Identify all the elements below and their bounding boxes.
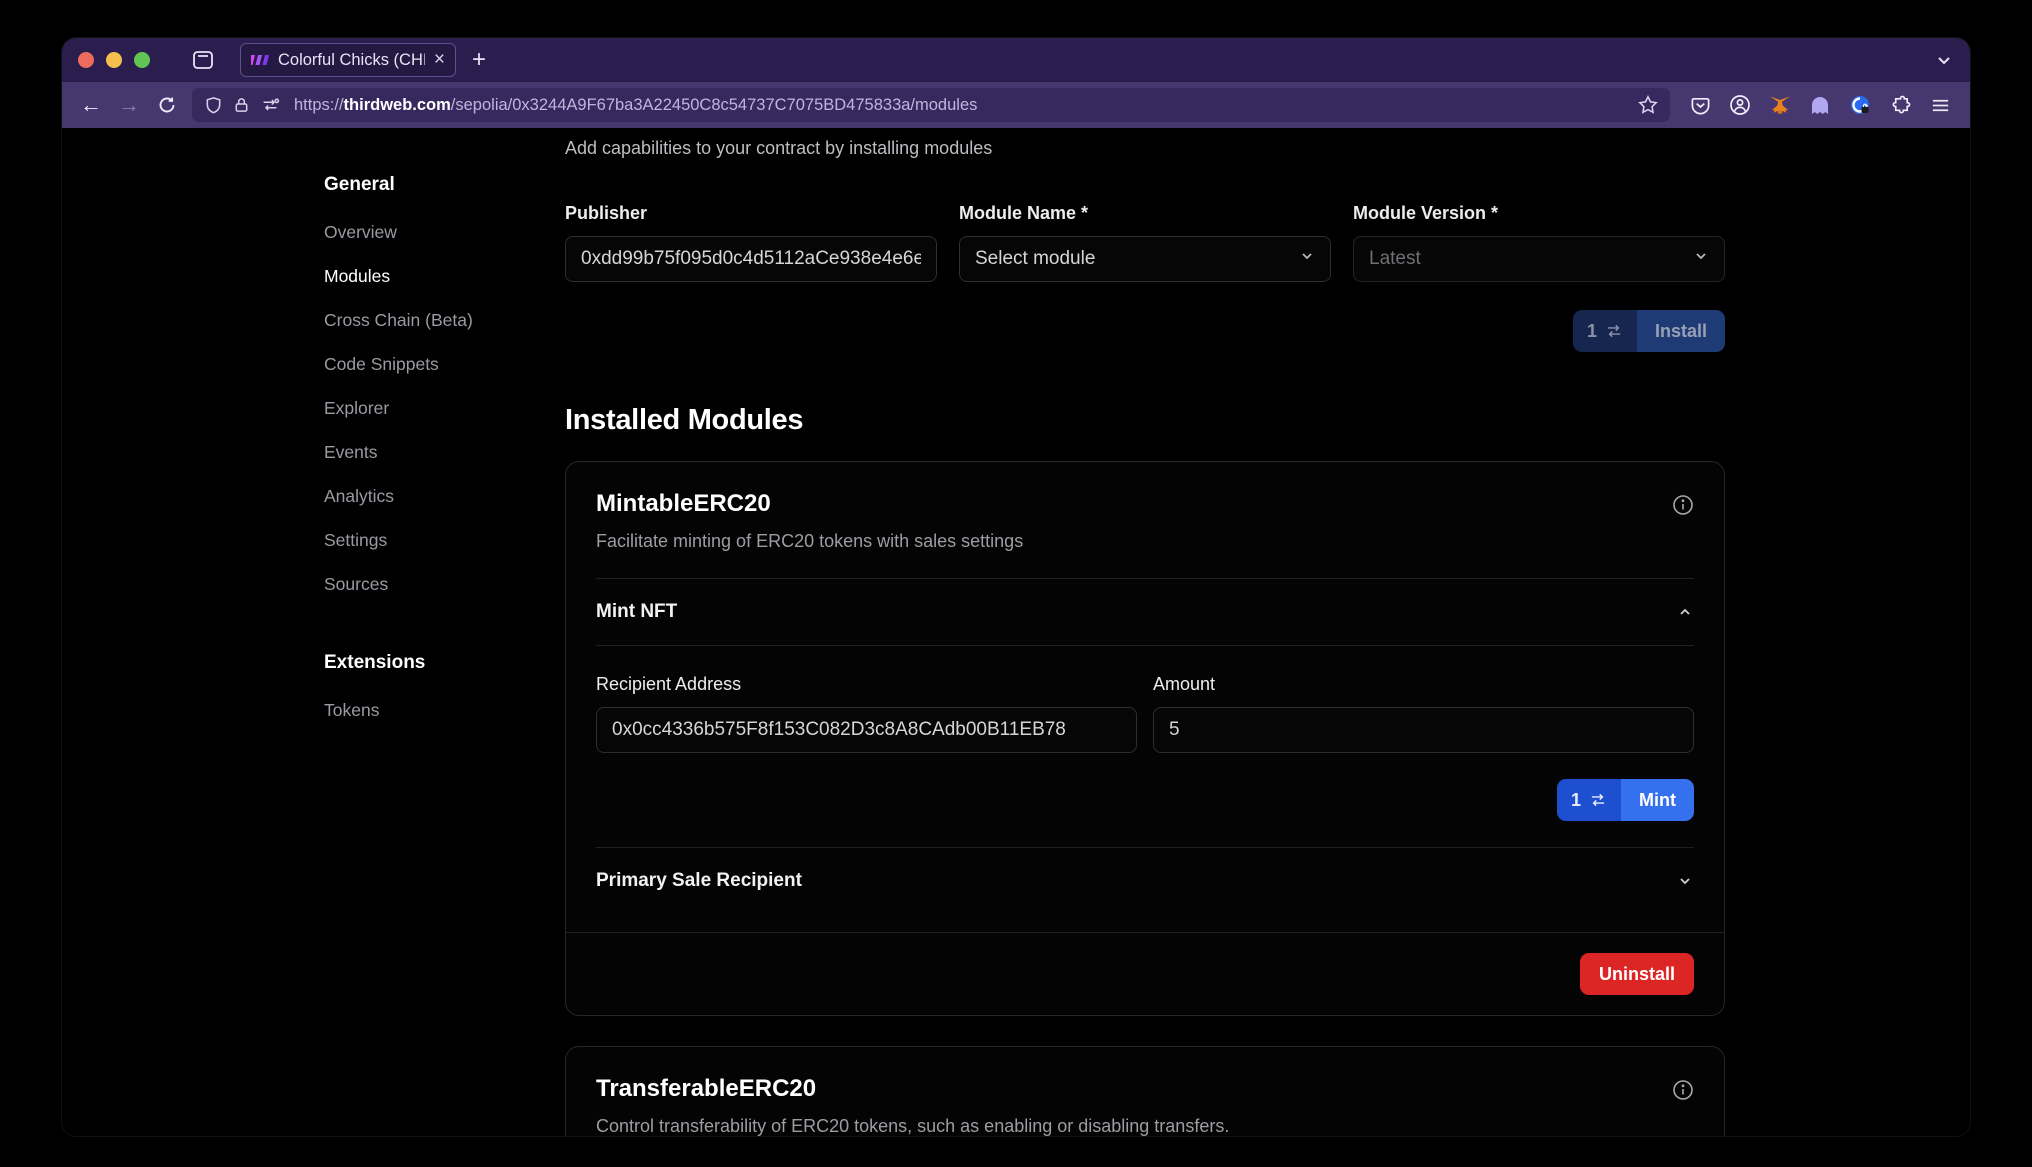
sidebar-item-cross-chain[interactable]: Cross Chain (Beta) (324, 310, 534, 331)
page-content: General Overview Modules Cross Chain (Be… (62, 128, 1970, 1136)
window-controls (78, 52, 150, 68)
reload-button[interactable] (150, 88, 184, 122)
module-name-select[interactable]: Select module (959, 236, 1331, 282)
url-domain: thirdweb.com (344, 96, 451, 114)
tab-close-icon[interactable]: × (434, 49, 445, 71)
recipient-address-input[interactable] (596, 707, 1137, 753)
publisher-input[interactable] (565, 236, 937, 282)
modules-intro-text: Add capabilities to your contract by ins… (565, 138, 1725, 159)
publisher-label: Publisher (565, 203, 937, 224)
swap-arrows-icon (1589, 793, 1607, 807)
bookmark-star-icon[interactable] (1638, 95, 1658, 115)
primary-sale-label: Primary Sale Recipient (596, 870, 802, 892)
sidebar-item-explorer[interactable]: Explorer (324, 398, 534, 419)
install-tx-count: 1 (1573, 310, 1637, 352)
close-window-button[interactable] (78, 52, 94, 68)
installed-modules-heading: Installed Modules (565, 404, 1725, 437)
thirdweb-favicon (251, 51, 269, 69)
list-tabs-chevron-icon[interactable] (1934, 50, 1954, 70)
phantom-icon[interactable] (1802, 88, 1838, 122)
mint-button-label: Mint (1621, 779, 1694, 821)
tab-title: Colorful Chicks (CHICK) | Sepoli (278, 51, 425, 70)
module-description: Facilitate minting of ERC20 tokens with … (596, 531, 1023, 552)
module-name-value: Select module (975, 248, 1095, 270)
sidebar-heading-general: General (324, 174, 534, 196)
minimize-window-button[interactable] (106, 52, 122, 68)
module-version-label: Module Version * (1353, 203, 1725, 224)
sidebar-item-sources[interactable]: Sources (324, 574, 534, 595)
sidebar-item-analytics[interactable]: Analytics (324, 486, 534, 507)
browser-toolbar: ← → https://thirdweb.com/sepolia/0x3244A… (62, 82, 1970, 128)
module-card-mintable-erc20: MintableERC20 Facilitate minting of ERC2… (565, 461, 1725, 1016)
module-description: Control transferability of ERC20 tokens,… (596, 1116, 1229, 1136)
sidebar-item-code-snippets[interactable]: Code Snippets (324, 354, 534, 375)
sidebar-heading-extensions: Extensions (324, 652, 534, 674)
module-title: TransferableERC20 (596, 1075, 1229, 1103)
new-tab-button[interactable]: + (472, 46, 486, 74)
mint-button[interactable]: 1 Mint (1557, 779, 1694, 821)
info-icon[interactable] (1672, 494, 1694, 521)
url-protocol: https:// (294, 96, 344, 114)
tracking-shield-icon[interactable] (204, 96, 223, 115)
sidebar-item-overview[interactable]: Overview (324, 222, 534, 243)
install-button-label: Install (1637, 310, 1725, 352)
mint-tx-count: 1 (1557, 779, 1621, 821)
mint-nft-accordion[interactable]: Mint NFT (596, 579, 1694, 645)
sidebar: General Overview Modules Cross Chain (Be… (324, 174, 534, 744)
info-icon[interactable] (1672, 1079, 1694, 1106)
chevron-up-icon (1676, 603, 1694, 621)
install-module-form: Publisher Module Name * Select module Mo… (565, 203, 1725, 282)
module-card-transferable-erc20: TransferableERC20 Control transferabilit… (565, 1046, 1725, 1136)
url-path: /sepolia/0x3244A9F67ba3A22450C8c54737C70… (451, 96, 978, 114)
extensions-puzzle-icon[interactable] (1882, 88, 1918, 122)
permissions-icon[interactable] (260, 97, 280, 113)
chevron-down-icon (1299, 248, 1315, 270)
swap-arrows-icon (1605, 324, 1623, 338)
sidebar-item-settings[interactable]: Settings (324, 530, 534, 551)
url-bar[interactable]: https://thirdweb.com/sepolia/0x3244A9F67… (192, 88, 1670, 122)
lock-icon[interactable] (233, 96, 250, 114)
module-version-value: Latest (1369, 248, 1421, 270)
sidebar-item-modules[interactable]: Modules (324, 266, 534, 287)
uninstall-button[interactable]: Uninstall (1580, 953, 1694, 995)
module-version-select[interactable]: Latest (1353, 236, 1725, 282)
firefox-view-icon[interactable] (192, 49, 214, 71)
menu-hamburger-icon[interactable] (1922, 88, 1958, 122)
forward-button[interactable]: → (112, 88, 146, 122)
mint-nft-label: Mint NFT (596, 601, 677, 623)
install-button[interactable]: 1 Install (1573, 310, 1725, 352)
chevron-down-icon (1676, 872, 1694, 890)
sidebar-item-events[interactable]: Events (324, 442, 534, 463)
zoom-window-button[interactable] (134, 52, 150, 68)
wallet-extension-icon[interactable] (1842, 88, 1878, 122)
browser-tab[interactable]: Colorful Chicks (CHICK) | Sepoli × (240, 43, 456, 77)
metamask-icon[interactable] (1762, 88, 1798, 122)
module-name-label: Module Name * (959, 203, 1331, 224)
pocket-icon[interactable] (1682, 88, 1718, 122)
url-text: https://thirdweb.com/sepolia/0x3244A9F67… (294, 96, 1628, 115)
primary-sale-accordion[interactable]: Primary Sale Recipient (596, 848, 1694, 914)
tab-strip: Colorful Chicks (CHICK) | Sepoli × + (62, 38, 1970, 82)
account-icon[interactable] (1722, 88, 1758, 122)
browser-window: Colorful Chicks (CHICK) | Sepoli × + ← → (62, 38, 1970, 1136)
sidebar-item-tokens[interactable]: Tokens (324, 700, 534, 721)
amount-input[interactable] (1153, 707, 1694, 753)
main-panel: Add capabilities to your contract by ins… (565, 128, 1725, 1136)
module-title: MintableERC20 (596, 490, 1023, 518)
chevron-down-icon (1693, 248, 1709, 270)
recipient-address-label: Recipient Address (596, 674, 1137, 695)
amount-label: Amount (1153, 674, 1694, 695)
back-button[interactable]: ← (74, 88, 108, 122)
